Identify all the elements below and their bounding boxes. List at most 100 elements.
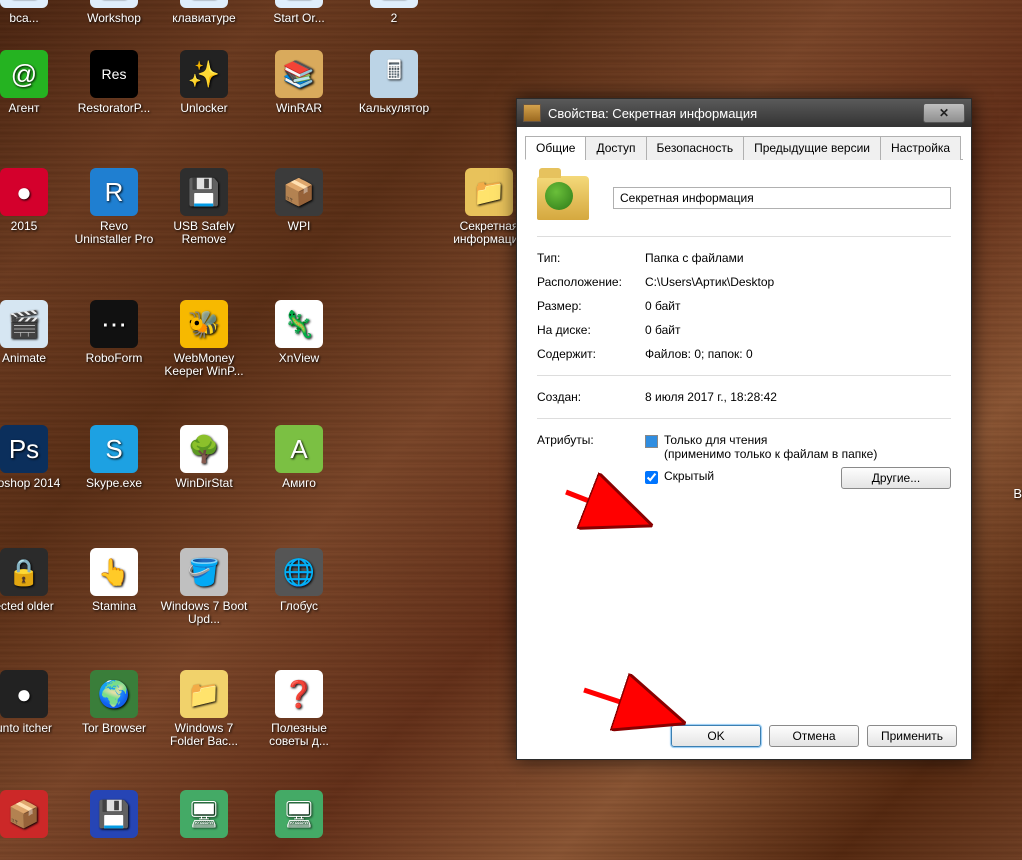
desktop-icon[interactable]: 🎬Animate [0, 300, 68, 365]
desktop-icon[interactable]: ● 2015 [0, 168, 68, 233]
desktop-icon[interactable]: 🪣Windows 7 Boot Upd... [160, 548, 248, 626]
desktop-icon[interactable]: 📦WPI [255, 168, 343, 233]
cancel-button[interactable]: Отмена [769, 725, 859, 747]
location-value: C:\Users\Артик\Desktop [645, 275, 951, 289]
desktop-icon[interactable]: 📄2 [350, 0, 438, 25]
desktop-icon-label: ected older [0, 600, 68, 613]
desktop-icon[interactable]: 🌐Глобус [255, 548, 343, 613]
created-value: 8 июля 2017 г., 18:28:42 [645, 390, 951, 404]
apply-button[interactable]: Применить [867, 725, 957, 747]
desktop-icon[interactable]: 🖥 [255, 790, 343, 842]
close-button[interactable]: ✕ [923, 103, 965, 123]
desktop-icon-label: bca... [0, 12, 68, 25]
desktop-icon-label: Windows 7 Boot Upd... [160, 600, 248, 626]
app-icon: 🌐 [275, 548, 323, 596]
desktop-icon[interactable]: 🔒 ected older [0, 548, 68, 613]
app-icon: Ps [0, 425, 48, 473]
app-icon: 📚 [275, 50, 323, 98]
desktop-icon[interactable]: ResRestoratorP... [70, 50, 158, 115]
tab-доступ[interactable]: Доступ [585, 136, 646, 160]
readonly-sublabel: (применимо только к файлам в папке) [664, 447, 877, 461]
hidden-checkbox[interactable] [645, 471, 658, 484]
desktop-icon[interactable]: 👆Stamina [70, 548, 158, 613]
attributes-label: Атрибуты: [537, 433, 645, 489]
desktop-icon[interactable]: 📄bca... [0, 0, 68, 25]
desktop-icon-label: WebMoney Keeper WinP... [160, 352, 248, 378]
desktop-icon-label: Start Or... [255, 12, 343, 25]
size-value: 0 байт [645, 299, 951, 313]
desktop-icon[interactable]: 💾 [70, 790, 158, 842]
readonly-label: Только для чтения [664, 433, 877, 447]
desktop-icon[interactable]: RRevo Uninstaller Pro [70, 168, 158, 246]
app-icon: ● [0, 168, 48, 216]
app-icon: 🌳 [180, 425, 228, 473]
desktop-icon-label: Unlocker [160, 102, 248, 115]
desktop-icon[interactable]: ●unto itcher [0, 670, 68, 735]
folder-icon [523, 104, 541, 122]
desktop-icon[interactable]: @Агент [0, 50, 68, 115]
tab-general-content: Тип:Папка с файлами Расположение:C:\User… [525, 160, 963, 497]
desktop-icon[interactable]: AАмиго [255, 425, 343, 490]
desktop-icon[interactable]: 📄клавиатуре [160, 0, 248, 25]
desktop-icon-label: otoshop 2014 [0, 477, 68, 490]
app-icon: 🖥 [275, 790, 323, 838]
app-icon: 👆 [90, 548, 138, 596]
app-icon: ⋯ [90, 300, 138, 348]
desktop-icon[interactable]: 📄Workshop [70, 0, 158, 25]
dialog-footer: OK Отмена Применить [671, 725, 957, 747]
app-icon: 🌍 [90, 670, 138, 718]
desktop-icon[interactable]: 📄 Start Or... [255, 0, 343, 25]
desktop-icon[interactable]: 📦 [0, 790, 68, 842]
tab-strip: ОбщиеДоступБезопасностьПредыдущие версии… [525, 135, 963, 160]
app-icon: 📄 [370, 0, 418, 8]
desktop-icon[interactable]: 📚WinRAR [255, 50, 343, 115]
app-icon: 🐝 [180, 300, 228, 348]
app-icon: 📄 [180, 0, 228, 8]
desktop-icon[interactable]: 🌍Tor Browser [70, 670, 158, 735]
app-icon: R [90, 168, 138, 216]
desktop-icon[interactable]: 🖩Калькулятор [350, 50, 438, 115]
desktop-icon[interactable]: 💾USB Safely Remove [160, 168, 248, 246]
app-icon: ❓ [275, 670, 323, 718]
app-icon: 📄 [275, 0, 323, 8]
desktop-icon-label: Амиго [255, 477, 343, 490]
readonly-checkbox[interactable] [645, 435, 658, 448]
desktop-icon[interactable]: 🐝 WebMoney Keeper WinP... [160, 300, 248, 378]
tab-предыдущие версии[interactable]: Предыдущие версии [743, 136, 881, 160]
type-label: Тип: [537, 251, 645, 265]
desktop-icon-label: 2015 [0, 220, 68, 233]
app-icon: 🔒 [0, 548, 48, 596]
desktop-icon[interactable]: ⋯ RoboForm [70, 300, 158, 365]
desktop-icon-label: RoboForm [70, 352, 158, 365]
desktop-icon[interactable]: ✨Unlocker [160, 50, 248, 115]
desktop-icon-label: Animate [0, 352, 68, 365]
desktop-icon[interactable]: SSkype.exe [70, 425, 158, 490]
desktop-icon[interactable]: 🖥 [160, 790, 248, 842]
desktop-icon[interactable]: Ps otoshop 2014 [0, 425, 68, 490]
folder-name-input[interactable] [613, 187, 951, 209]
close-icon: ✕ [939, 106, 949, 120]
tab-настройка[interactable]: Настройка [880, 136, 961, 160]
dialog-body: ОбщиеДоступБезопасностьПредыдущие версии… [517, 127, 971, 759]
app-icon: S [90, 425, 138, 473]
desktop-icon[interactable]: ❓ Полезные советы д... [255, 670, 343, 748]
desktop-icon[interactable]: 🦎XnView [255, 300, 343, 365]
tab-безопасность[interactable]: Безопасность [646, 136, 745, 160]
titlebar[interactable]: Свойства: Секретная информация ✕ [517, 99, 971, 128]
app-icon: 💾 [180, 168, 228, 216]
contains-value: Файлов: 0; папок: 0 [645, 347, 951, 361]
desktop-icon-label: Калькулятор [350, 102, 438, 115]
contains-label: Содержит: [537, 347, 645, 361]
tab-общие[interactable]: Общие [525, 136, 586, 160]
created-label: Создан: [537, 390, 645, 404]
other-attributes-button[interactable]: Другие... [841, 467, 951, 489]
desktop-icon[interactable]: 📁Windows 7 Folder Bac... [160, 670, 248, 748]
desktop[interactable]: 📄bca...📄Workshop📄клавиатуре📄Start Or...📄… [0, 0, 1022, 860]
desktop-icon[interactable]: 🌳WinDirStat [160, 425, 248, 490]
desktop-icon-label: WPI [255, 220, 343, 233]
desktop-icon-label: Полезные советы д... [255, 722, 343, 748]
location-label: Расположение: [537, 275, 645, 289]
desktop-icon-label: unto itcher [0, 722, 68, 735]
ok-button[interactable]: OK [671, 725, 761, 747]
app-icon: 📁 [180, 670, 228, 718]
